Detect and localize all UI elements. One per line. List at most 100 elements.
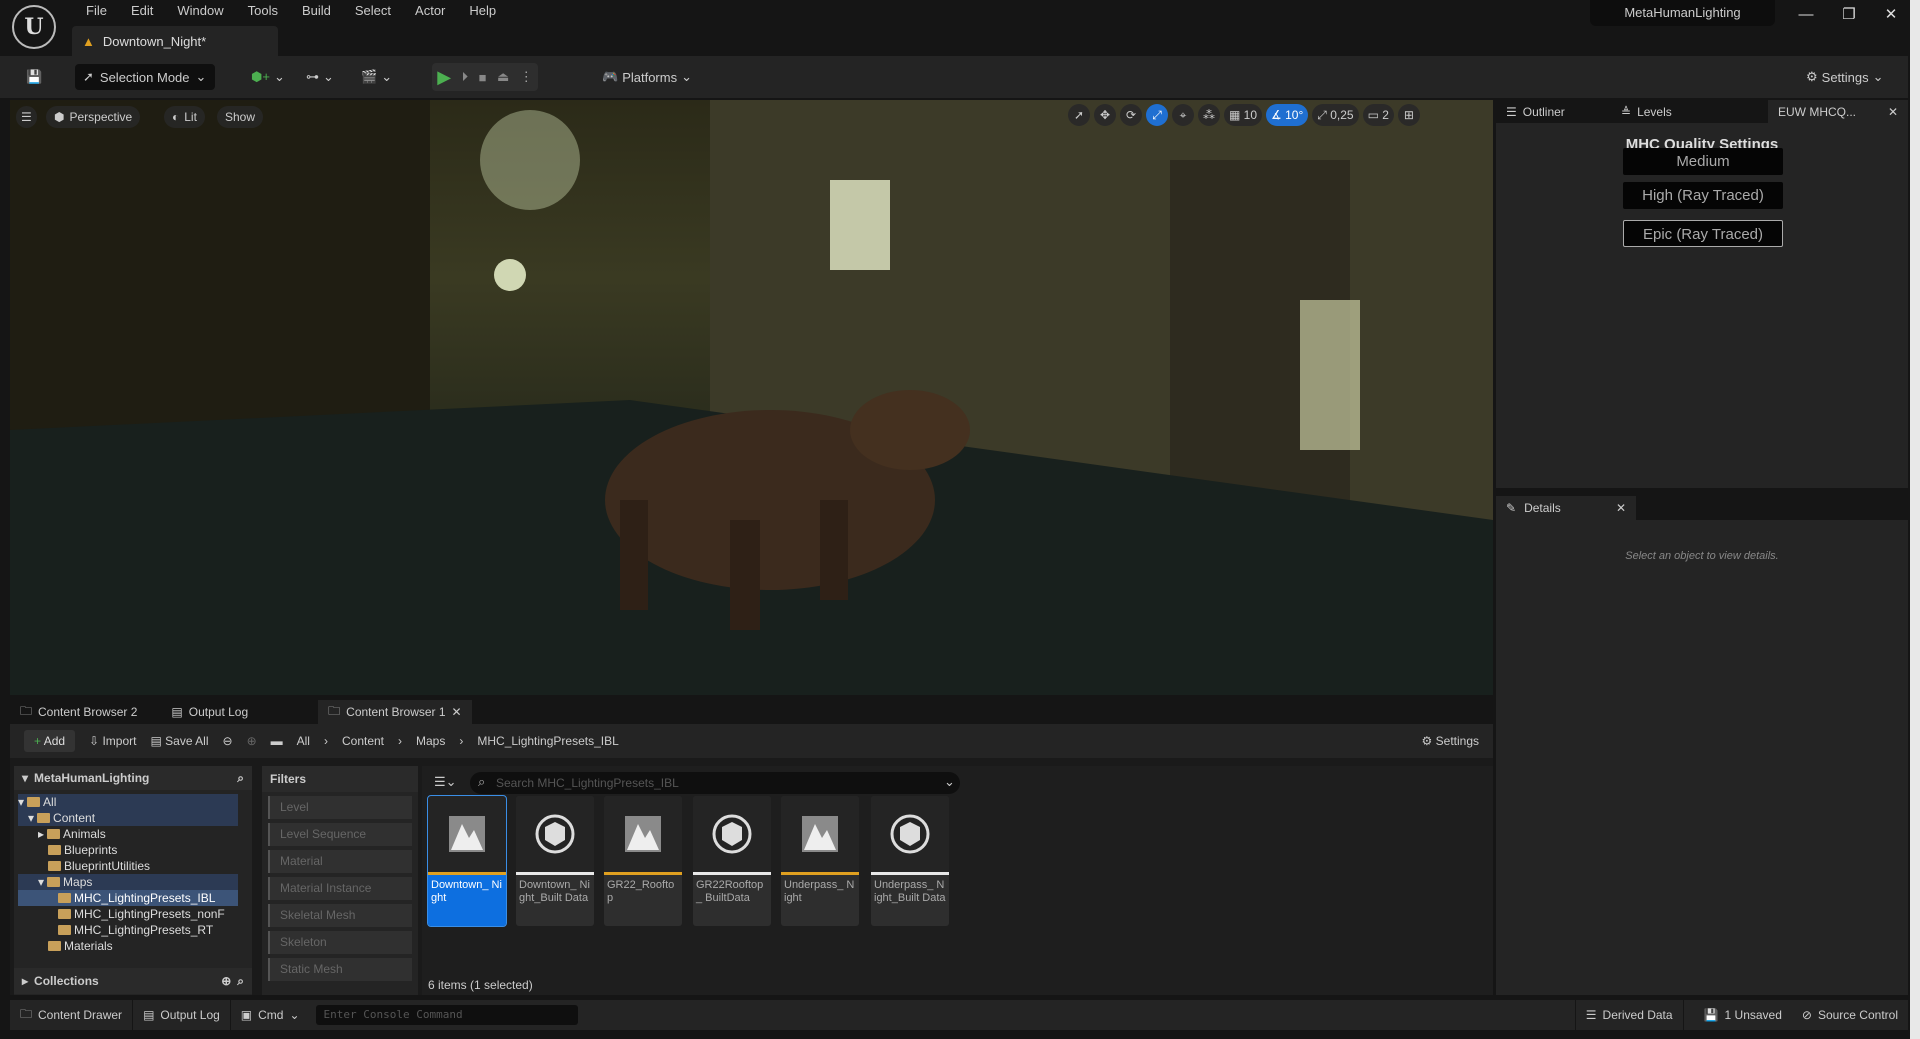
scale-snap-button[interactable]: ⤢ 0,25 <box>1312 104 1359 126</box>
menu-build[interactable]: Build <box>290 3 343 19</box>
search-icon[interactable]: ⌕ <box>237 771 244 786</box>
breadcrumb-all[interactable]: All <box>297 734 310 748</box>
perspective-button[interactable]: ⬢ Perspective <box>46 106 141 128</box>
menu-window[interactable]: Window <box>165 3 235 19</box>
breadcrumb-content[interactable]: Content <box>342 734 384 748</box>
asset-tile[interactable]: GR22Rooftop_ BuiltData <box>693 796 771 926</box>
minimize-icon[interactable]: — <box>1786 2 1826 28</box>
epic-ray-traced-button[interactable]: Epic (Ray Traced) <box>1623 220 1783 247</box>
tree-item-animals[interactable]: ▸ Animals <box>18 826 238 842</box>
cinematics-button[interactable]: 🎬 ⌄ <box>355 64 398 90</box>
filter-level-sequence[interactable]: Level Sequence <box>268 823 412 846</box>
filter-skeleton[interactable]: Skeleton <box>268 931 412 954</box>
asset-tile[interactable]: GR22_Rooftop <box>604 796 682 926</box>
back-icon[interactable]: ⊖ <box>223 734 233 748</box>
filter-skeletal-mesh[interactable]: Skeletal Mesh <box>268 904 412 927</box>
restore-icon[interactable]: ❐ <box>1829 2 1869 28</box>
filter-material[interactable]: Material <box>268 850 412 873</box>
filter-level[interactable]: Level <box>268 796 412 819</box>
tree-item-mhc-rt[interactable]: MHC_LightingPresets_RT <box>18 922 238 938</box>
tab-details[interactable]: ✎ Details ✕ <box>1496 496 1636 520</box>
output-log-button[interactable]: ▤ Output Log <box>133 1000 231 1030</box>
step-icon[interactable]: ⏵ <box>462 69 469 85</box>
asset-tile[interactable]: Downtown_ Night_Built Data <box>516 796 594 926</box>
viewport-layout-icon[interactable]: ⊞ <box>1397 104 1420 126</box>
selection-mode-button[interactable]: ➚ Selection Mode ⌄ <box>75 64 215 90</box>
close-tab-icon[interactable]: ✕ <box>1888 105 1898 119</box>
platforms-button[interactable]: 🎮 Platforms ⌄ <box>596 64 698 90</box>
close-tab-icon[interactable]: ✕ <box>1616 501 1626 515</box>
scale-tool-icon[interactable]: ⤢ <box>1146 104 1168 126</box>
tree-item-mhc-ibl[interactable]: MHC_LightingPresets_IBL <box>18 890 238 906</box>
show-button[interactable]: Show <box>217 106 264 128</box>
filter-material-instance[interactable]: Material Instance <box>268 877 412 900</box>
menu-tools[interactable]: Tools <box>236 3 290 19</box>
close-icon[interactable]: ✕ <box>1871 2 1911 28</box>
asset-tile[interactable]: Underpass_ Night <box>781 796 859 926</box>
menu-file[interactable]: File <box>74 3 119 19</box>
forward-icon[interactable]: ⊕ <box>247 734 257 748</box>
menu-help[interactable]: Help <box>457 3 508 19</box>
tab-euw-mhcq[interactable]: EUW MHCQ... ✕ <box>1768 100 1908 123</box>
add-button[interactable]: + Add <box>24 730 76 752</box>
content-drawer-button[interactable]: 🗀 Content Drawer <box>10 1000 134 1030</box>
filter-static-mesh[interactable]: Static Mesh <box>268 958 412 981</box>
tree-item-materials[interactable]: Materials <box>18 938 238 954</box>
camera-speed-button[interactable]: ▭ 2 <box>1362 104 1394 126</box>
unsaved-button[interactable]: 💾 1 Unsaved <box>1694 1000 1792 1030</box>
move-tool-icon[interactable]: ✥ <box>1094 104 1116 126</box>
import-button[interactable]: ⇩ Import <box>89 734 136 748</box>
cmd-button[interactable]: ▣ Cmd ⌄ <box>231 1000 310 1030</box>
lit-button[interactable]: ◐ Lit <box>164 106 205 128</box>
tab-output-log[interactable]: ▤ Output Log <box>161 700 258 724</box>
search-icon[interactable]: ⌕ <box>237 974 244 989</box>
viewport-menu-button[interactable]: ☰ <box>16 106 37 128</box>
unreal-logo-icon[interactable]: U <box>12 5 56 49</box>
breadcrumb-current[interactable]: MHC_LightingPresets_IBL <box>477 734 618 748</box>
asset-tile[interactable]: Underpass_ Night_Built Data <box>871 796 949 926</box>
grid-snap-button[interactable]: ▦ 10 <box>1224 104 1263 126</box>
more-options-icon[interactable]: ⋮ <box>520 69 533 85</box>
save-icon[interactable]: 💾 <box>20 64 48 90</box>
menu-edit[interactable]: Edit <box>119 3 165 19</box>
close-tab-icon[interactable]: ✕ <box>452 705 462 719</box>
world-local-icon[interactable]: ⌖ <box>1172 104 1194 126</box>
stop-icon[interactable]: ■ <box>479 70 487 85</box>
play-icon[interactable]: ▶ <box>437 67 451 88</box>
add-collection-icon[interactable]: ⊕ <box>221 974 231 988</box>
source-control-button[interactable]: ⊘ Source Control <box>1792 1000 1908 1030</box>
blueprint-button[interactable]: ⊶ ⌄ <box>300 64 340 90</box>
tree-item-maps[interactable]: ▾ Maps <box>18 874 238 890</box>
tree-item-mhc-nonf[interactable]: MHC_LightingPresets_nonF <box>18 906 238 922</box>
tree-header[interactable]: ▾ MetaHumanLighting ⌕ <box>14 766 252 790</box>
level-tab[interactable]: ▲ Downtown_Night* <box>72 26 278 56</box>
save-all-button[interactable]: ▤ Save All <box>150 734 208 748</box>
asset-tile[interactable]: Downtown_ Night <box>427 795 507 927</box>
level-viewport[interactable]: ☰ ⬢ Perspective ◐ Lit Show ➚ ✥ ⟳ ⤢ ⌖ ⁂ ▦ 1… <box>10 100 1493 695</box>
surface-snap-icon[interactable]: ⁂ <box>1198 104 1220 126</box>
collections-header[interactable]: ▸ Collections ⊕ ⌕ <box>14 968 252 994</box>
medium-button[interactable]: Medium <box>1623 148 1783 175</box>
rotation-snap-button[interactable]: ∡ 10° <box>1266 104 1309 126</box>
breadcrumb-maps[interactable]: Maps <box>416 734 445 748</box>
tree-item-blueprintutilities[interactable]: BlueprintUtilities <box>18 858 238 874</box>
menu-select[interactable]: Select <box>343 3 403 19</box>
settings-button[interactable]: ⚙ Settings ⌄ <box>1800 64 1890 90</box>
menu-actor[interactable]: Actor <box>403 3 457 19</box>
tree-item-all[interactable]: ▾ All <box>18 794 238 810</box>
content-settings-button[interactable]: ⚙ Settings <box>1422 734 1479 748</box>
eject-icon[interactable]: ⏏ <box>497 69 509 85</box>
rotate-tool-icon[interactable]: ⟳ <box>1120 104 1142 126</box>
derived-data-button[interactable]: ☰ Derived Data <box>1574 1000 1684 1030</box>
search-dropdown-icon[interactable]: ⌄ <box>944 774 955 790</box>
high-ray-traced-button[interactable]: High (Ray Traced) <box>1623 182 1783 209</box>
console-input[interactable]: Enter Console Command <box>315 1005 578 1025</box>
tree-item-blueprints[interactable]: Blueprints <box>18 842 238 858</box>
tab-content-browser-1[interactable]: 🗀 Content Browser 1 ✕ <box>318 700 472 724</box>
filter-dropdown-icon[interactable]: ☰⌄ <box>434 774 457 790</box>
tab-outliner[interactable]: ☰ Outliner <box>1496 100 1611 123</box>
tree-item-content[interactable]: ▾ Content <box>18 810 238 826</box>
select-tool-icon[interactable]: ➚ <box>1068 104 1090 126</box>
add-actor-button[interactable]: ⬢+ ⌄ <box>245 64 291 90</box>
tab-content-browser-2[interactable]: 🗀 Content Browser 2 <box>10 700 147 724</box>
